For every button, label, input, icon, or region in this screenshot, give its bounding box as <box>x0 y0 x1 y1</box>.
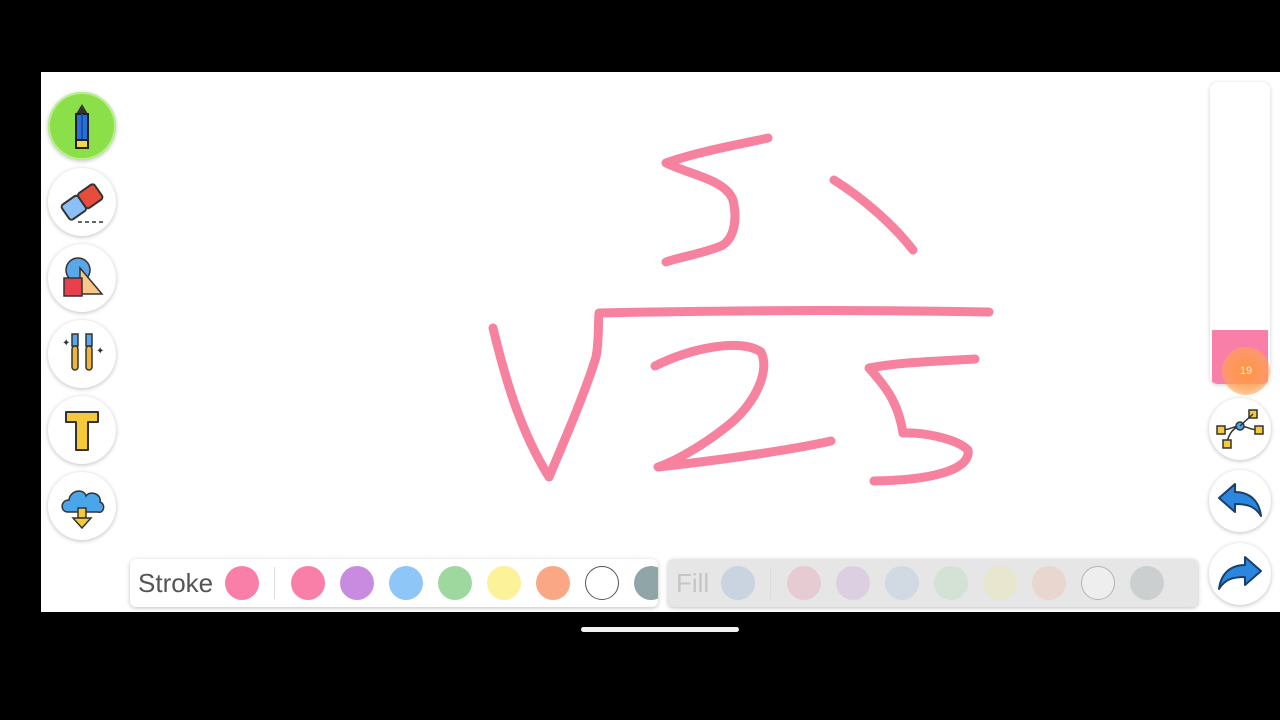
pencil-icon <box>75 104 89 149</box>
brush-size-slider[interactable] <box>1210 82 1270 384</box>
stroke-radical <box>488 305 994 482</box>
redo-button[interactable] <box>1209 543 1271 605</box>
stroke-color-swatch[interactable] <box>585 566 620 600</box>
palette-divider <box>274 567 276 599</box>
stroke-current-color[interactable] <box>225 566 260 600</box>
download-tool-button[interactable] <box>48 472 116 540</box>
bezier-path-icon <box>1216 409 1264 449</box>
brush-size-knob[interactable]: 19 <box>1222 347 1270 395</box>
fill-color-swatch[interactable] <box>787 566 822 600</box>
brushes-tool-button[interactable]: ✦ ✦ <box>48 320 116 388</box>
handwriting-strokes <box>488 133 994 486</box>
eraser-icon <box>60 183 104 223</box>
path-tool-button[interactable] <box>1209 398 1271 460</box>
redo-icon <box>1218 556 1262 590</box>
text-tool-button[interactable] <box>48 396 116 464</box>
stroke-color-swatch[interactable] <box>438 566 473 600</box>
fill-color-swatch[interactable] <box>885 566 920 600</box>
palette-divider <box>770 567 772 599</box>
shapes-icon <box>63 257 104 297</box>
fill-color-swatch[interactable] <box>1130 566 1165 600</box>
stroke-color-swatch[interactable] <box>634 566 658 600</box>
stroke-color-swatch[interactable] <box>340 566 375 600</box>
home-indicator[interactable] <box>581 627 739 632</box>
stroke-color-swatch[interactable] <box>536 566 571 600</box>
stroke-label: Stroke <box>138 567 214 598</box>
svg-text:✦: ✦ <box>62 338 70 349</box>
fill-color-swatch[interactable] <box>1032 566 1067 600</box>
fill-color-swatch[interactable] <box>1081 566 1116 600</box>
stroke-swatch-list <box>291 566 658 600</box>
stroke-digit-5-top <box>661 133 773 267</box>
stroke-color-swatch[interactable] <box>291 566 326 600</box>
brushes-icon: ✦ ✦ <box>62 333 104 371</box>
fill-current-color[interactable] <box>721 566 756 600</box>
eraser-tool-button[interactable] <box>48 168 116 236</box>
stroke-color-swatch[interactable] <box>389 566 424 600</box>
drawing-canvas[interactable] <box>41 72 1280 612</box>
fill-color-swatch[interactable] <box>836 566 871 600</box>
stroke-color-swatch[interactable] <box>487 566 522 600</box>
stroke-slash <box>829 175 918 255</box>
undo-button[interactable] <box>1209 470 1271 532</box>
text-icon <box>65 411 99 451</box>
fill-palette: Fill <box>668 559 1198 607</box>
screen: ✦ ✦ 19 Stroke Fill <box>0 0 1280 720</box>
brush-size-value: 19 <box>1239 365 1253 377</box>
shapes-tool-button[interactable] <box>48 244 116 312</box>
stroke-palette: Stroke <box>130 559 658 607</box>
stroke-digit-5-bottom <box>864 354 980 486</box>
fill-swatch-list <box>787 566 1179 600</box>
undo-icon <box>1218 483 1262 517</box>
pencil-tool-button[interactable] <box>48 92 116 160</box>
fill-color-swatch[interactable] <box>983 566 1018 600</box>
svg-text:✦: ✦ <box>96 346 104 357</box>
stroke-digit-2 <box>650 340 836 472</box>
fill-label: Fill <box>676 567 710 598</box>
cloud-download-icon <box>61 490 105 530</box>
fill-color-swatch[interactable] <box>934 566 969 600</box>
